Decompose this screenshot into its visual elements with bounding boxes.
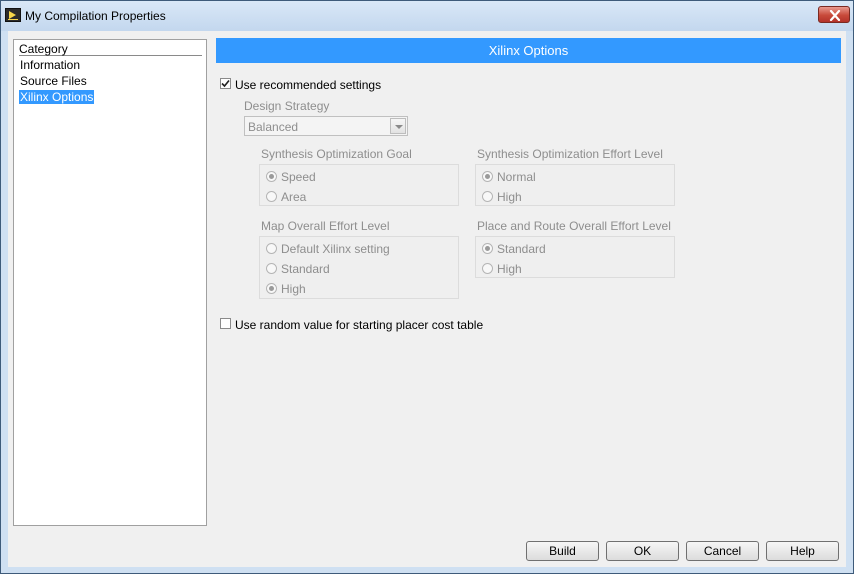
category-list-header: Category (19, 41, 202, 56)
map-effort-label: Map Overall Effort Level (261, 219, 390, 233)
cancel-button[interactable]: Cancel (686, 541, 759, 561)
close-button[interactable] (818, 6, 850, 23)
synth-effort-option-normal: Normal (497, 170, 536, 184)
category-header-label: Category (19, 42, 68, 56)
random-placer-checkbox[interactable] (220, 318, 231, 329)
synth-effort-radio-high[interactable] (482, 191, 493, 202)
synth-goal-radio-speed[interactable] (266, 171, 277, 182)
synth-effort-label: Synthesis Optimization Effort Level (477, 147, 663, 161)
map-effort-radio-default[interactable] (266, 243, 277, 254)
map-effort-option-standard: Standard (281, 262, 330, 276)
build-button[interactable]: Build (526, 541, 599, 561)
title-bar[interactable]: My Compilation Properties (1, 1, 853, 31)
design-strategy-label: Design Strategy (244, 99, 330, 113)
random-placer-label: Use random value for starting placer cos… (235, 318, 484, 332)
chevron-down-icon[interactable] (390, 118, 406, 134)
category-item-source-files[interactable]: Source Files (19, 74, 88, 88)
par-effort-group: Standard High (475, 236, 675, 278)
synth-effort-option-high: High (497, 190, 522, 204)
par-effort-option-standard: Standard (497, 242, 546, 256)
category-item-xilinx-options[interactable]: Xilinx Options (19, 90, 95, 104)
use-recommended-label: Use recommended settings (235, 78, 382, 92)
window-title: My Compilation Properties (25, 9, 166, 23)
synth-effort-group: Normal High (475, 164, 675, 206)
map-effort-radio-standard[interactable] (266, 263, 277, 274)
map-effort-radio-high[interactable] (266, 283, 277, 294)
help-button[interactable]: Help (766, 541, 839, 561)
map-effort-option-high: High (281, 282, 306, 296)
category-list[interactable]: Category Information Source Files Xilinx… (13, 39, 207, 526)
design-strategy-select[interactable]: Balanced (244, 116, 408, 136)
par-effort-option-high: High (497, 262, 522, 276)
close-icon (829, 10, 841, 21)
map-effort-option-default: Default Xilinx setting (281, 242, 390, 256)
dialog-content: Category Information Source Files Xilinx… (8, 31, 846, 567)
synth-effort-radio-normal[interactable] (482, 171, 493, 182)
synth-goal-label: Synthesis Optimization Goal (261, 147, 412, 161)
par-effort-label: Place and Route Overall Effort Level (477, 219, 671, 233)
synth-goal-option-speed: Speed (281, 170, 316, 184)
par-effort-radio-standard[interactable] (482, 243, 493, 254)
design-strategy-value: Balanced (248, 120, 299, 134)
panel-title: Xilinx Options (216, 38, 841, 63)
synth-goal-option-area: Area (281, 190, 307, 204)
labview-app-icon (5, 8, 21, 22)
use-recommended-checkbox[interactable] (220, 78, 231, 89)
checkmark-icon (221, 79, 230, 88)
ok-button[interactable]: OK (606, 541, 679, 561)
map-effort-group: Default Xilinx setting Standard High (259, 236, 459, 299)
category-item-information[interactable]: Information (19, 58, 81, 72)
synth-goal-group: Speed Area (259, 164, 459, 206)
par-effort-radio-high[interactable] (482, 263, 493, 274)
dialog-window: My Compilation Properties Category Infor… (0, 0, 854, 574)
synth-goal-radio-area[interactable] (266, 191, 277, 202)
